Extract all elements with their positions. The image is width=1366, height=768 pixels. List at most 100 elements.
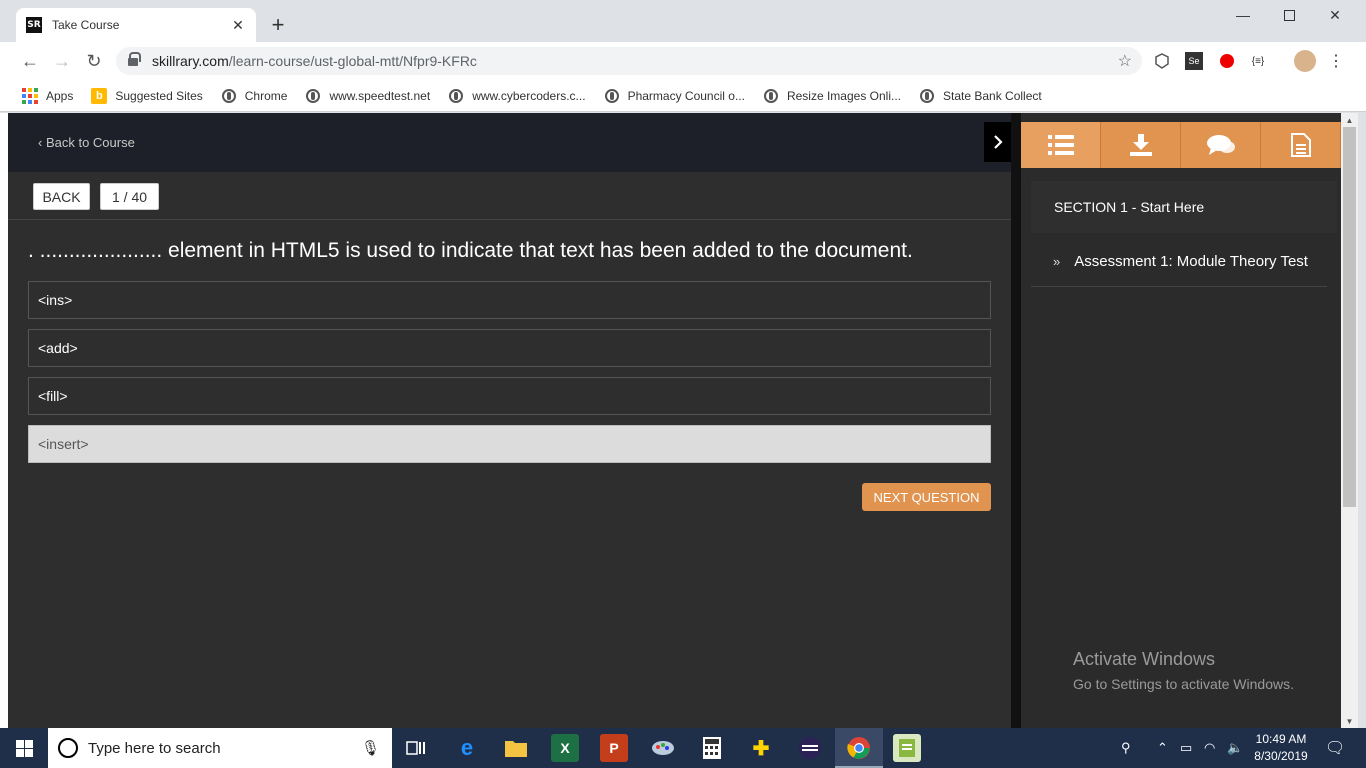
cortana-icon [58, 738, 78, 758]
bookmark-label: Resize Images Onli... [786, 88, 901, 103]
bookmark-state-bank-collect[interactable]: State Bank Collect [919, 88, 1042, 104]
excel-icon[interactable]: X [551, 734, 579, 762]
tab-title: Take Course [52, 18, 120, 32]
taskbar-search[interactable]: Type here to search 🎙 [48, 728, 392, 768]
close-tab-icon[interactable]: ✕ [230, 17, 246, 34]
page-scrollbar[interactable]: ▲ ▼ [1341, 113, 1358, 728]
url-path: /learn-course/ust-global-mtt/Nfpr9-KFRc [228, 53, 477, 69]
scroll-up-icon[interactable]: ▲ [1341, 113, 1358, 127]
course-sidebar: SECTION 1 - Start Here » Assessment 1: M… [1021, 113, 1341, 728]
volume-icon[interactable]: 🔈 [1227, 740, 1243, 756]
extension-shield-icon[interactable] [1153, 52, 1171, 70]
eclipse-icon[interactable] [796, 734, 824, 762]
document-icon [1290, 133, 1311, 157]
calculator-icon[interactable] [698, 734, 726, 762]
bookmark-pharmacy-council[interactable]: Pharmacy Council o... [604, 88, 745, 104]
file-explorer-icon[interactable] [502, 734, 530, 762]
answer-option[interactable]: <add> [28, 329, 991, 367]
task-view-icon[interactable] [402, 734, 430, 762]
answer-option-selected[interactable]: <insert> [28, 425, 991, 463]
answer-option[interactable]: <ins> [28, 281, 991, 319]
clock-time: 10:49 AM [1255, 732, 1307, 746]
notepad-icon[interactable] [893, 734, 921, 762]
paint-icon[interactable] [649, 734, 677, 762]
url-host: skillrary.com [152, 53, 229, 69]
course-page: ‹ Back to Course BACK 1 / 40 . .........… [8, 113, 1358, 728]
bookmark-suggested-sites[interactable]: b Suggested Sites [91, 87, 203, 104]
chrome-menu-icon[interactable]: ⋮ [1327, 52, 1345, 70]
tab-downloads[interactable] [1101, 122, 1181, 168]
notifications-icon[interactable]: 🗨 [1325, 738, 1345, 758]
bookmark-label: Apps [46, 88, 74, 103]
pdf-extension-icon[interactable] [1218, 52, 1236, 70]
new-tab-icon[interactable]: + [268, 12, 288, 38]
maximize-icon[interactable] [1266, 0, 1312, 30]
search-placeholder: Type here to search [88, 739, 221, 757]
chrome-icon[interactable] [845, 734, 873, 762]
watermark-title: Activate Windows [1073, 649, 1216, 669]
tab-discussion[interactable] [1181, 122, 1261, 168]
url-text: skillrary.com/learn-course/ust-global-mt… [152, 53, 477, 69]
tab-notes[interactable] [1261, 122, 1341, 168]
maintenance-tool-icon[interactable]: ✚ [747, 734, 775, 762]
answer-option[interactable]: <fill> [28, 377, 991, 415]
scrollbar-thumb[interactable] [1343, 127, 1356, 507]
wifi-icon[interactable]: ◠ [1204, 740, 1215, 756]
globe-icon [305, 88, 321, 104]
lesson-item[interactable]: » Assessment 1: Module Theory Test [1031, 237, 1327, 287]
chat-icon [1206, 135, 1235, 155]
collapse-sidebar-button[interactable] [984, 122, 1011, 162]
window-edge [0, 113, 8, 728]
tab-take-course[interactable]: SR Take Course ✕ [16, 8, 256, 42]
scroll-down-icon[interactable]: ▼ [1341, 714, 1358, 728]
start-button[interactable] [0, 728, 48, 768]
bookmark-label: Pharmacy Council o... [627, 88, 745, 103]
lock-icon [128, 52, 141, 66]
apps-grid-icon [22, 87, 38, 104]
reload-icon[interactable]: ↻ [82, 49, 106, 73]
sidebar-tabs [1021, 122, 1341, 168]
edge-icon[interactable]: e [453, 734, 481, 762]
lesson-label: Assessment 1: Module Theory Test [1074, 253, 1308, 270]
powerpoint-icon[interactable]: P [600, 734, 628, 762]
back-arrow-icon[interactable]: ← [18, 49, 42, 73]
section-title[interactable]: SECTION 1 - Start Here [1031, 181, 1337, 233]
selenium-extension-icon[interactable]: Se [1185, 52, 1203, 70]
bookmark-apps[interactable]: Apps [22, 87, 74, 104]
bookmark-speedtest[interactable]: www.speedtest.net [305, 88, 430, 104]
globe-icon [448, 88, 464, 104]
forward-arrow-icon[interactable]: → [50, 49, 74, 73]
bookmark-label: State Bank Collect [943, 88, 1042, 103]
globe-icon [919, 88, 935, 104]
back-to-course-link[interactable]: ‹ Back to Course [38, 135, 135, 150]
question-counter: 1 / 40 [100, 183, 159, 210]
browser-toolbar: ← → ↻ skillrary.com/learn-course/ust-glo… [0, 42, 1366, 80]
course-header: ‹ Back to Course [8, 113, 1011, 172]
address-bar[interactable]: skillrary.com/learn-course/ust-global-mt… [116, 47, 1142, 75]
people-icon[interactable]: ⚲ [1121, 740, 1131, 756]
battery-icon[interactable]: ▭ [1180, 740, 1192, 756]
minimize-icon[interactable]: — [1220, 0, 1266, 30]
watermark-subtitle: Go to Settings to activate Windows. [1073, 676, 1294, 692]
close-window-icon[interactable]: ✕ [1312, 0, 1358, 30]
next-question-button[interactable]: NEXT QUESTION [862, 483, 991, 511]
activate-windows-watermark: Activate Windows Go to Settings to activ… [1073, 649, 1294, 692]
json-extension-icon[interactable]: {≡} [1249, 52, 1267, 70]
bookmark-cybercoders[interactable]: www.cybercoders.c... [448, 88, 586, 104]
microphone-icon[interactable]: 🎙 [361, 739, 380, 757]
taskbar-clock[interactable]: 10:49 AM 8/30/2019 [1250, 731, 1312, 765]
chevron-up-icon[interactable]: ⌃ [1157, 740, 1168, 756]
bookmark-chrome[interactable]: Chrome [221, 88, 288, 104]
back-button[interactable]: BACK [33, 183, 90, 210]
download-icon [1129, 134, 1152, 156]
clock-date: 8/30/2019 [1254, 749, 1308, 763]
tab-curriculum[interactable] [1021, 122, 1101, 168]
bookmark-star-icon[interactable]: ☆ [1118, 51, 1132, 71]
quiz-area: ‹ Back to Course BACK 1 / 40 . .........… [8, 113, 1011, 728]
list-icon [1047, 135, 1074, 155]
browser-tab-strip: SR Take Course ✕ + — ✕ [0, 0, 1366, 42]
windows-taskbar: Type here to search 🎙 e X P ✚ ⚲ ⌃ ▭ ◠ 🔈 … [0, 728, 1366, 768]
bookmark-resize-images[interactable]: Resize Images Onli... [763, 88, 901, 104]
bookmark-label: Chrome [244, 88, 288, 103]
profile-avatar[interactable] [1294, 50, 1316, 72]
